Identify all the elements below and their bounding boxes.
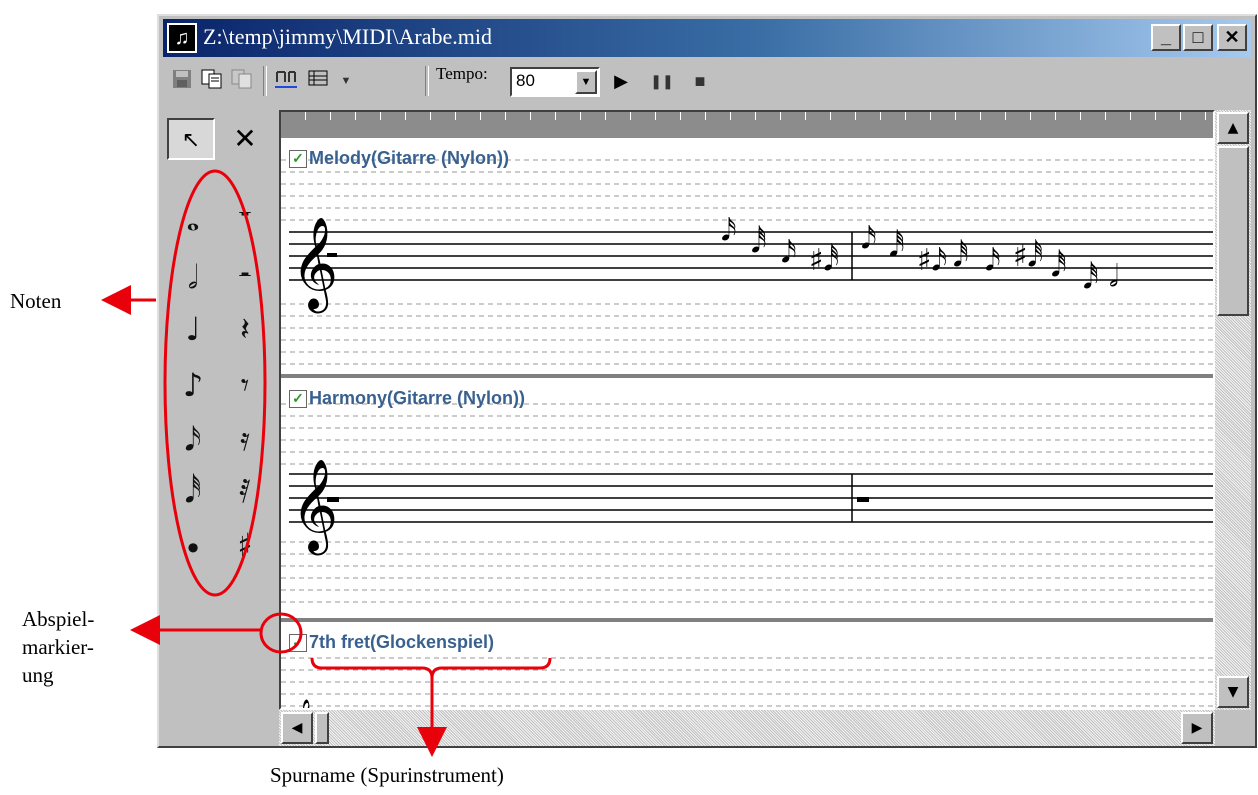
sharp-icon[interactable]: ♯	[221, 526, 269, 564]
track-title-melody[interactable]: ✓ Melody(Gitarre (Nylon))	[289, 148, 509, 169]
scroll-thumb[interactable]	[1217, 146, 1249, 316]
toolbar-separator	[263, 66, 267, 96]
staff-lines: 𝄞 𝅘𝅥𝅯 𝅘𝅥𝅰 𝅘𝅥𝅯 ♯𝅘𝅥𝅰 𝅘𝅥𝅯 𝅘𝅥𝅰 ♯𝅘𝅥𝅯 𝅘𝅥𝅰 𝅘𝅥𝅯 ♯𝅘𝅥𝅰 𝅘𝅥…	[281, 159, 1213, 710]
annotation-spurname: Spurname (Spurinstrument)	[270, 763, 504, 787]
play-checkbox[interactable]: ✓	[289, 390, 307, 409]
music-note-icon: ♫	[167, 23, 197, 53]
copy-icon[interactable]	[199, 68, 225, 94]
app-window: ♫ Z:\temp\jimmy\MIDI\Arabe.mid _ □ ✕ ▼ T…	[157, 14, 1257, 748]
svg-text:♯𝅘𝅥𝅯: ♯𝅘𝅥𝅯	[917, 243, 947, 278]
svg-text:♯𝅘𝅥𝅰: ♯𝅘𝅥𝅰	[1013, 239, 1043, 274]
tempo-select[interactable]: 80 ▼	[510, 67, 600, 97]
chevron-down-icon[interactable]: ▼	[575, 70, 597, 94]
save-icon[interactable]	[169, 68, 195, 94]
tempo-label: Tempo:	[436, 64, 488, 83]
close-button[interactable]: ✕	[1217, 24, 1247, 51]
thirtysecond-rest-icon[interactable]: 𝅀	[221, 472, 269, 511]
scroll-down-icon[interactable]: ▼	[1217, 676, 1249, 708]
svg-text:𝄞: 𝄞	[291, 458, 338, 555]
notation-icon[interactable]	[273, 68, 299, 94]
sixteenth-rest-icon[interactable]: 𝄿	[221, 420, 269, 459]
annotation-noten: Noten	[10, 289, 62, 313]
svg-text:♯𝅘𝅥𝅰: ♯𝅘𝅥𝅰	[809, 243, 839, 278]
delete-icon[interactable]: ✕	[221, 118, 269, 160]
svg-text:𝅘𝅥𝅰: 𝅘𝅥𝅰	[953, 239, 969, 274]
pointer-icon[interactable]: ↖	[167, 118, 215, 160]
sixteenth-note-icon[interactable]: 𝅘𝅥𝅯	[169, 420, 217, 459]
toolbar: ▼ Tempo: 80 ▼ ▶ ❚❚ ■	[163, 60, 1251, 102]
svg-text:𝅘𝅥𝅰: 𝅘𝅥𝅰	[751, 225, 767, 260]
scroll-thumb[interactable]	[315, 712, 329, 744]
track-name: 7th fret(Glockenspiel)	[309, 632, 495, 652]
scroll-right-icon[interactable]: ▶	[1181, 712, 1213, 744]
whole-note-icon[interactable]: 𝅝	[169, 200, 217, 239]
maximize-button[interactable]: □	[1183, 24, 1213, 51]
svg-text:𝅘𝅥𝅰: 𝅘𝅥𝅰	[1051, 249, 1067, 284]
eighth-rest-icon[interactable]: 𝄾	[221, 366, 269, 405]
score-area[interactable]: 𝄞 𝅘𝅥𝅯 𝅘𝅥𝅰 𝅘𝅥𝅯 ♯𝅘𝅥𝅰 𝅘𝅥𝅯 𝅘𝅥𝅰 ♯𝅘𝅥𝅯 𝅘𝅥𝅰 𝅘𝅥𝅯 ♯𝅘𝅥𝅰 𝅘𝅥…	[279, 110, 1215, 710]
svg-text:𝅘𝅥𝅰: 𝅘𝅥𝅰	[1083, 261, 1099, 296]
paste-icon[interactable]	[229, 68, 255, 94]
window-title: Z:\temp\jimmy\MIDI\Arabe.mid	[203, 24, 493, 49]
minimize-button[interactable]: _	[1151, 24, 1181, 51]
svg-text:𝅘𝅥𝅯: 𝅘𝅥𝅯	[861, 221, 877, 256]
track-name: Melody(Gitarre (Nylon))	[309, 148, 510, 168]
svg-text:𝄞: 𝄞	[293, 699, 314, 710]
dot-icon[interactable]: •	[169, 530, 217, 568]
dropdown-arrow-icon[interactable]: ▼	[333, 68, 359, 94]
play-checkbox[interactable]: ✓	[289, 634, 307, 653]
quarter-note-icon[interactable]: ♩	[169, 310, 217, 348]
eighth-note-icon[interactable]: ♪	[169, 366, 217, 404]
svg-text:𝅘𝅥𝅰: 𝅘𝅥𝅰	[889, 229, 905, 264]
scroll-left-icon[interactable]: ◀	[281, 712, 313, 744]
scroll-up-icon[interactable]: ▲	[1217, 112, 1249, 144]
tempo-value: 80	[516, 71, 535, 90]
play-icon[interactable]: ▶	[608, 68, 634, 94]
track-title-harmony[interactable]: ✓ Harmony(Gitarre (Nylon))	[289, 388, 525, 409]
stop-icon[interactable]: ■	[687, 68, 713, 94]
svg-text:𝅘𝅥𝅯: 𝅘𝅥𝅯	[721, 213, 737, 248]
note-palette: ↖ ✕ 𝅝 𝄻 𝅗𝅥 𝄼 ♩ 𝄽 ♪ 𝄾 𝅘𝅥𝅯 𝄿 𝅘𝅥𝅰 𝅀 • ♯	[163, 110, 277, 740]
vertical-scrollbar[interactable]: ▲ ▼	[1215, 110, 1251, 710]
svg-text:𝅘𝅥𝅯: 𝅘𝅥𝅯	[781, 235, 797, 270]
tracklist-icon[interactable]	[305, 68, 331, 94]
whole-rest-icon[interactable]: 𝄻	[221, 200, 269, 239]
svg-text:𝅗𝅥: 𝅗𝅥	[1109, 259, 1119, 294]
annotation-abspiel-line2: markier-	[22, 635, 94, 659]
annotation-abspiel-line1: Abspiel-	[22, 607, 95, 631]
thirtysecond-note-icon[interactable]: 𝅘𝅥𝅰	[169, 472, 217, 511]
svg-text:𝄞: 𝄞	[291, 216, 338, 313]
pause-icon[interactable]: ❚❚	[649, 68, 675, 94]
half-rest-icon[interactable]: 𝄼	[221, 258, 269, 297]
svg-text:𝅘𝅥𝅯: 𝅘𝅥𝅯	[985, 243, 1001, 278]
title-bar[interactable]: ♫ Z:\temp\jimmy\MIDI\Arabe.mid _ □ ✕	[163, 19, 1251, 57]
track-name: Harmony(Gitarre (Nylon))	[309, 388, 526, 408]
horizontal-scrollbar[interactable]: ◀ ▶	[279, 710, 1215, 746]
track-title-glockenspiel[interactable]: ✓ 7th fret(Glockenspiel)	[289, 632, 494, 653]
quarter-rest-icon[interactable]: 𝄽	[221, 310, 269, 349]
half-note-icon[interactable]: 𝅗𝅥	[169, 258, 217, 297]
toolbar-separator	[425, 66, 429, 96]
annotation-abspiel-line3: ung	[22, 663, 54, 687]
play-checkbox[interactable]: ✓	[289, 150, 307, 169]
